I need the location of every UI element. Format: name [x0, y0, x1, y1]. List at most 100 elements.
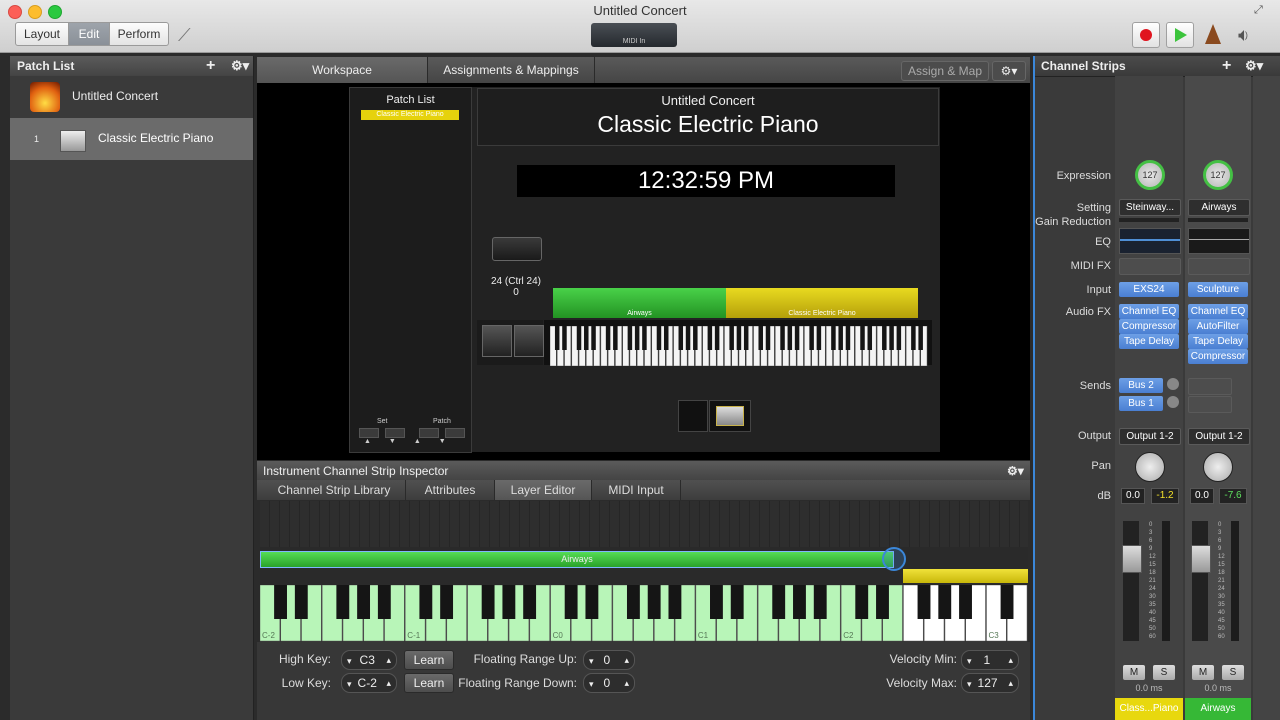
black-key[interactable]: [584, 326, 589, 350]
workspace-layer-airways[interactable]: Airways: [553, 288, 726, 318]
black-key[interactable]: [523, 585, 537, 619]
pitch-wheel[interactable]: [482, 325, 512, 357]
mode-perform-button[interactable]: Perform: [109, 22, 169, 46]
black-key[interactable]: [564, 585, 578, 619]
black-key[interactable]: [642, 326, 647, 350]
strip-1-name[interactable]: Class...Piano: [1115, 698, 1183, 720]
strip-1-midi-fx-slot[interactable]: [1119, 258, 1181, 275]
tab-attributes[interactable]: Attributes: [406, 480, 495, 500]
set-prev-button[interactable]: [359, 428, 379, 438]
workspace-keyboard-keys[interactable]: [550, 326, 928, 366]
strip-1-audio-fx-1[interactable]: Channel EQ: [1119, 304, 1179, 319]
add-channel-strip-icon[interactable]: +: [1222, 56, 1231, 76]
strip-2-setting[interactable]: Airways: [1188, 199, 1250, 216]
workspace-gear-icon[interactable]: ⚙▾: [992, 61, 1026, 81]
strip-1-send-2[interactable]: Bus 1: [1119, 396, 1163, 411]
strip-1-setting[interactable]: Steinway...: [1119, 199, 1181, 216]
strip-1-fader-handle[interactable]: [1122, 545, 1142, 573]
strip-2-output-slot[interactable]: Output 1-2: [1188, 428, 1250, 445]
black-key[interactable]: [502, 585, 516, 619]
black-key[interactable]: [938, 585, 952, 619]
layer-bar-airways[interactable]: Airways: [260, 551, 894, 568]
strip-2-input-slot[interactable]: Sculpture: [1188, 282, 1248, 297]
add-patch-icon[interactable]: +: [206, 56, 215, 76]
black-key[interactable]: [591, 326, 596, 350]
floating-range-down-stepper[interactable]: ▾ 0 ▴: [583, 673, 635, 693]
tab-channel-strip-library[interactable]: Channel Strip Library: [263, 480, 406, 500]
black-key[interactable]: [668, 585, 682, 619]
metronome-icon[interactable]: [1205, 24, 1223, 46]
range-resize-handle[interactable]: [882, 547, 906, 571]
black-key[interactable]: [685, 326, 691, 350]
black-key[interactable]: [845, 326, 851, 350]
strip-2-mute-button[interactable]: M: [1192, 665, 1214, 680]
black-key[interactable]: [1000, 585, 1014, 619]
black-key[interactable]: [656, 326, 662, 350]
strip-1-solo-button[interactable]: S: [1153, 665, 1175, 680]
black-key[interactable]: [780, 326, 785, 350]
black-key[interactable]: [562, 326, 567, 350]
strip-2-audio-fx-1[interactable]: Channel EQ: [1188, 304, 1248, 319]
layer-editor-keyboard[interactable]: C-2 C-1 C0 C1 C2 C3: [260, 585, 1028, 643]
black-key[interactable]: [793, 585, 806, 619]
strip-1-eq-thumbnail[interactable]: [1119, 228, 1181, 254]
strip-2-send-2[interactable]: [1188, 396, 1232, 413]
strip-2-audio-fx-3[interactable]: Tape Delay: [1188, 334, 1248, 349]
black-key[interactable]: [605, 326, 611, 350]
strip-2-audio-fx-4[interactable]: Compressor: [1188, 349, 1248, 364]
concert-row[interactable]: Untitled Concert: [10, 76, 253, 118]
black-key[interactable]: [377, 585, 391, 619]
black-key[interactable]: [576, 326, 582, 350]
strip-1-input-slot[interactable]: EXS24: [1119, 282, 1179, 297]
black-key[interactable]: [634, 326, 640, 350]
black-key[interactable]: [896, 326, 902, 350]
black-key[interactable]: [693, 326, 698, 350]
black-key[interactable]: [794, 326, 800, 350]
black-key[interactable]: [554, 326, 560, 350]
speaker-icon[interactable]: 🔉︎: [1238, 24, 1264, 46]
inspector-gear-icon[interactable]: ⚙▾: [1007, 461, 1024, 481]
black-key[interactable]: [959, 585, 972, 619]
black-key[interactable]: [765, 326, 771, 350]
strip-1-output-slot[interactable]: Output 1-2: [1119, 428, 1181, 445]
strip-1-audio-fx-2[interactable]: Compressor: [1119, 319, 1179, 334]
black-key[interactable]: [336, 585, 350, 619]
black-key[interactable]: [855, 585, 869, 619]
black-key[interactable]: [838, 326, 843, 350]
high-key-learn-button[interactable]: Learn: [404, 650, 454, 670]
expression-pedal-icon[interactable]: [709, 400, 751, 432]
black-key[interactable]: [809, 326, 814, 350]
black-key[interactable]: [714, 326, 720, 350]
black-key[interactable]: [730, 585, 744, 619]
high-key-stepper[interactable]: ▾ C3 ▴: [341, 650, 397, 670]
black-key[interactable]: [867, 326, 873, 350]
workspace-keyboard[interactable]: [544, 320, 932, 366]
workspace-button-control[interactable]: [492, 237, 542, 261]
strip-1-send-1-knob[interactable]: [1167, 378, 1179, 390]
black-key[interactable]: [813, 585, 827, 619]
black-key[interactable]: [743, 326, 749, 350]
black-key[interactable]: [772, 585, 786, 619]
gear-icon[interactable]: ⚙▾: [231, 56, 249, 76]
black-key[interactable]: [294, 585, 308, 619]
black-key[interactable]: [357, 585, 371, 619]
sustain-pedal-icon[interactable]: [678, 400, 708, 432]
assign-map-button[interactable]: Assign & Map: [901, 61, 989, 81]
strip-1-send-1[interactable]: Bus 2: [1119, 378, 1163, 393]
velocity-max-stepper[interactable]: ▾ 127 ▴: [961, 673, 1019, 693]
black-key[interactable]: [440, 585, 454, 619]
tab-workspace[interactable]: Workspace: [257, 57, 428, 83]
fullscreen-icon[interactable]: ⤢: [1254, 4, 1263, 17]
black-key[interactable]: [860, 326, 865, 350]
tab-midi-input[interactable]: MIDI Input: [592, 480, 681, 500]
strip-1-pan-knob[interactable]: [1135, 452, 1165, 482]
strip-2-fader-handle[interactable]: [1191, 545, 1211, 573]
tuner-icon[interactable]: ⟋: [178, 24, 202, 46]
black-key[interactable]: [758, 326, 763, 350]
strip-1-send-2-knob[interactable]: [1167, 396, 1179, 408]
play-button[interactable]: [1166, 22, 1194, 48]
black-key[interactable]: [274, 585, 287, 619]
floating-range-up-stepper[interactable]: ▾ 0 ▴: [583, 650, 635, 670]
layer-bar-piano[interactable]: [903, 569, 1028, 583]
velocity-min-stepper[interactable]: ▾ 1 ▴: [961, 650, 1019, 670]
